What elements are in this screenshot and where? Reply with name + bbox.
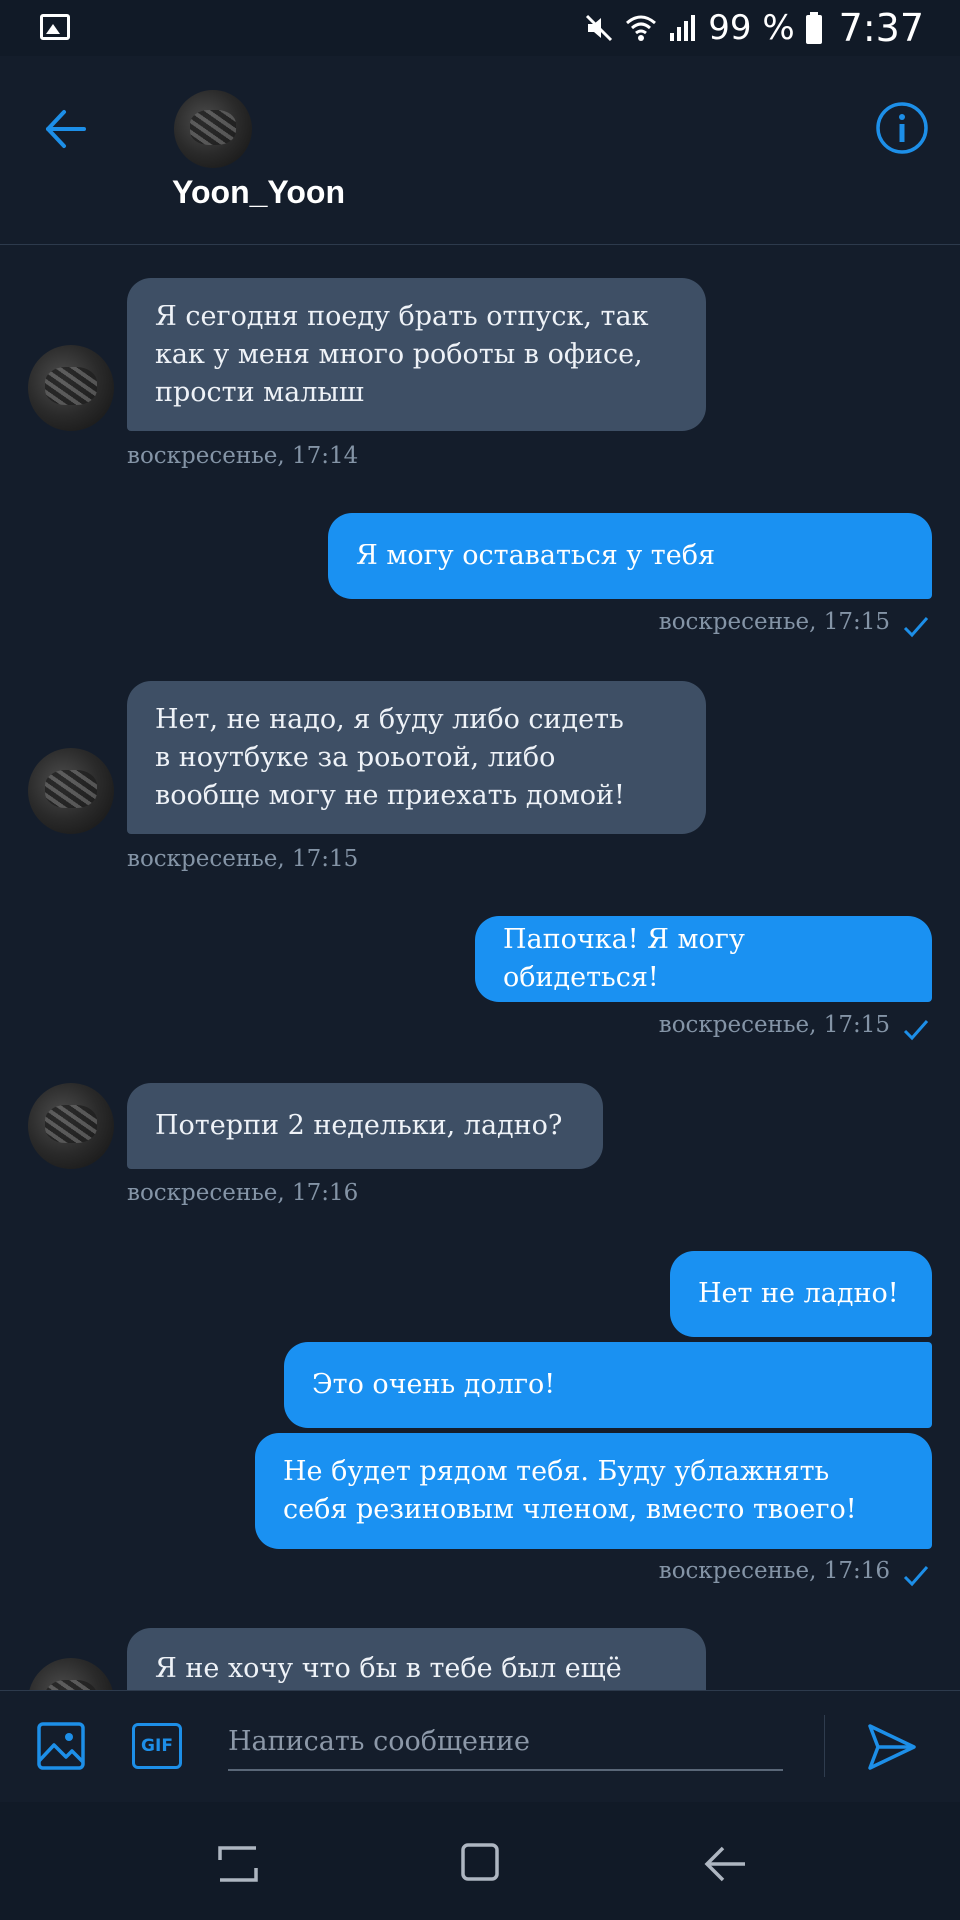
sender-avatar[interactable] — [28, 748, 114, 834]
message-timestamp: воскресенье, 17:16 — [658, 1558, 890, 1584]
home-icon[interactable] — [460, 1842, 500, 1882]
message-timestamp: воскресенье, 17:16 — [127, 1180, 359, 1206]
message-bubble-incoming[interactable]: Я сегодня поеду брать отпуск, так как у … — [127, 278, 706, 431]
mute-icon — [586, 14, 613, 42]
message-timestamp: воскресенье, 17:15 — [658, 1012, 890, 1038]
message-bubble-incoming[interactable]: Нет, не надо, я буду либо сидеть в ноутб… — [127, 681, 706, 834]
divider — [824, 1715, 825, 1777]
message-bubble-incoming[interactable]: Я не хочу что бы в тебе был ещё — [127, 1628, 706, 1690]
message-bubble-outgoing[interactable]: Я могу оставаться у тебя — [328, 513, 932, 599]
gif-button[interactable]: GIF — [132, 1723, 182, 1769]
message-timestamp: воскресенье, 17:14 — [127, 443, 359, 469]
message-list[interactable]: Я сегодня поеду брать отпуск, так как у … — [0, 245, 960, 1690]
info-icon[interactable] — [874, 100, 930, 156]
image-icon[interactable] — [36, 1721, 86, 1771]
message-bubble-outgoing[interactable]: Не будет рядом тебя. Буду ублажнять себя… — [255, 1433, 932, 1549]
nav-back-icon[interactable] — [703, 1842, 747, 1886]
check-icon — [903, 1566, 929, 1587]
recent-apps-icon[interactable] — [216, 1842, 260, 1886]
avatar[interactable] — [174, 90, 252, 168]
status-bar: 99 % 7:37 — [0, 0, 960, 56]
clock: 7:37 — [838, 6, 924, 50]
message-bubble-outgoing[interactable]: Папочка! Я могу обидеться! — [475, 916, 932, 1002]
message-bubble-outgoing[interactable]: Это очень долго! — [284, 1342, 932, 1428]
battery-percent: 99 % — [708, 8, 795, 48]
sender-avatar[interactable] — [28, 345, 114, 431]
conversation-header: Yoon_Yoon — [0, 56, 960, 245]
status-icons: 99 % 7:37 — [584, 6, 924, 50]
sender-avatar[interactable] — [28, 1658, 114, 1690]
message-input[interactable] — [228, 1713, 783, 1771]
back-arrow-icon[interactable] — [40, 104, 90, 154]
message-bubble-incoming[interactable]: Потерпи 2 недельки, ладно? — [127, 1083, 603, 1169]
sender-avatar[interactable] — [28, 1083, 114, 1169]
check-icon — [903, 1020, 929, 1041]
signal-icon — [670, 15, 696, 41]
check-icon — [903, 617, 929, 638]
message-bubble-outgoing[interactable]: Нет не ладно! — [670, 1251, 932, 1337]
system-nav-bar — [0, 1802, 960, 1920]
message-timestamp: воскресенье, 17:15 — [658, 609, 890, 635]
composer-bar: GIF — [0, 1690, 960, 1803]
contact-name[interactable]: Yoon_Yoon — [172, 174, 345, 211]
message-timestamp: воскресенье, 17:15 — [127, 846, 359, 872]
photo-icon — [40, 14, 70, 40]
send-icon[interactable] — [866, 1721, 918, 1773]
battery-icon — [805, 12, 822, 44]
wifi-icon — [626, 15, 657, 41]
